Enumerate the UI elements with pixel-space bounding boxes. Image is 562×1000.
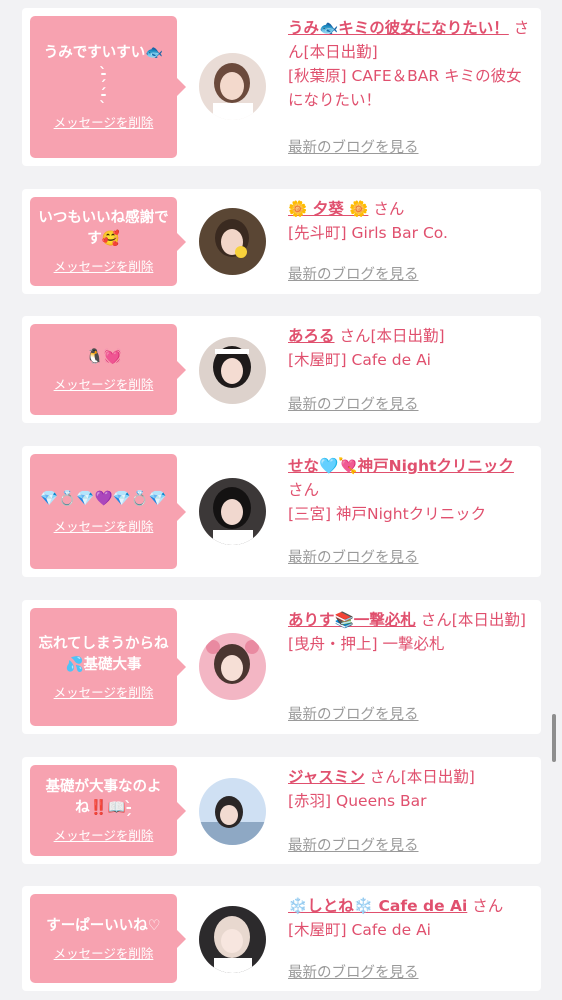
message-bubble: 🐧💓 メッセージを削除 bbox=[30, 324, 186, 415]
status-tag: [本日出勤] bbox=[451, 611, 526, 629]
avatar[interactable] bbox=[199, 53, 266, 120]
delete-message-link[interactable]: メッセージを削除 bbox=[54, 256, 154, 275]
message-bubble: 忘れてしまうからね💦基礎大事 メッセージを削除 bbox=[30, 608, 186, 726]
message-text: 💎💍💎💜💎💍💎 bbox=[40, 490, 167, 507]
latest-blog-link[interactable]: 最新のブログを見る bbox=[288, 393, 419, 414]
message-bubble: すーぱーいいね♡ メッセージを削除 bbox=[30, 894, 186, 983]
profile-info: ❄️しとね❄️ Cafe de Ai さん [木屋町] Cafe de Ai bbox=[288, 894, 533, 942]
delete-message-link[interactable]: メッセージを削除 bbox=[54, 825, 154, 844]
message-text: 忘れてしまうからね💦基礎大事 bbox=[38, 635, 169, 673]
san-label: さん bbox=[373, 200, 405, 218]
san-label: さん bbox=[420, 611, 452, 629]
delete-message-link[interactable]: メッセージを削除 bbox=[54, 112, 154, 131]
shop-name: [先斗町] Girls Bar Co. bbox=[288, 224, 448, 242]
cast-name-link[interactable]: ジャスミン bbox=[288, 768, 365, 786]
latest-blog-link[interactable]: 最新のブログを見る bbox=[288, 136, 419, 157]
cast-name-link[interactable]: あろる bbox=[288, 327, 335, 345]
message-text: 基礎が大事なのよね‼️📖-̗̀ bbox=[45, 779, 162, 816]
message-card: いつもいいね感謝です🥰 メッセージを削除 🌼 夕葵 🌼 さん [先斗町] Gir… bbox=[22, 189, 541, 294]
delete-message-link[interactable]: メッセージを削除 bbox=[54, 516, 154, 535]
status-tag: [本日出勤] bbox=[303, 43, 378, 61]
latest-blog-link[interactable]: 最新のブログを見る bbox=[288, 263, 419, 284]
delete-message-link[interactable]: メッセージを削除 bbox=[54, 374, 154, 393]
latest-blog-link[interactable]: 最新のブログを見る bbox=[288, 546, 419, 567]
message-card: 🐧💓 メッセージを削除 あろる さん[本日出勤] [木屋町] Cafe de A… bbox=[22, 316, 541, 423]
profile-info: あろる さん[本日出勤] [木屋町] Cafe de Ai bbox=[288, 324, 533, 372]
status-tag: [本日出勤] bbox=[400, 768, 475, 786]
shop-name: [木屋町] Cafe de Ai bbox=[288, 921, 431, 939]
latest-blog-link[interactable]: 最新のブログを見る bbox=[288, 961, 419, 982]
message-card: すーぱーいいね♡ メッセージを削除 ❄️しとね❄️ Cafe de Ai さん … bbox=[22, 886, 541, 991]
shop-name: [木屋町] Cafe de Ai bbox=[288, 351, 431, 369]
delete-message-link[interactable]: メッセージを削除 bbox=[54, 682, 154, 701]
san-label: さん bbox=[472, 897, 504, 915]
message-bubble: うみですいすい🐟 -̗̀ -̖́ メッセージを削除 bbox=[30, 16, 186, 158]
avatar[interactable] bbox=[199, 208, 266, 275]
cast-name-link[interactable]: 🌼 夕葵 🌼 bbox=[288, 200, 368, 218]
cast-name-link[interactable]: せな🩵💘神戸Nightクリニック bbox=[288, 457, 514, 475]
message-card: うみですいすい🐟 -̗̀ -̖́ メッセージを削除 うみ🐟キミの彼女になりたい！… bbox=[22, 8, 541, 166]
message-text: 🐧💓 bbox=[85, 348, 122, 365]
shop-name: [赤羽] Queens Bar bbox=[288, 792, 427, 810]
avatar[interactable] bbox=[199, 337, 266, 404]
message-bubble: いつもいいね感謝です🥰 メッセージを削除 bbox=[30, 197, 186, 286]
status-tag: [本日出勤] bbox=[370, 327, 445, 345]
cast-name-link[interactable]: ❄️しとね❄️ Cafe de Ai bbox=[288, 897, 467, 915]
message-text: うみですいすい🐟 -̗̀ -̖́ bbox=[43, 45, 164, 103]
san-label: さん bbox=[288, 481, 320, 499]
avatar[interactable] bbox=[199, 478, 266, 545]
shop-name: [秋葉原] CAFE＆BAR キミの彼女になりたい！ bbox=[288, 67, 522, 109]
message-bubble: 💎💍💎💜💎💍💎 メッセージを削除 bbox=[30, 454, 186, 569]
latest-blog-link[interactable]: 最新のブログを見る bbox=[288, 834, 419, 855]
message-text: いつもいいね感謝です🥰 bbox=[38, 210, 169, 247]
latest-blog-link[interactable]: 最新のブログを見る bbox=[288, 703, 419, 724]
avatar[interactable] bbox=[199, 778, 266, 845]
cast-name-link[interactable]: うみ🐟キミの彼女になりたい！ bbox=[288, 19, 509, 37]
san-label: さん bbox=[339, 327, 371, 345]
message-bubble: 基礎が大事なのよね‼️📖-̗̀ メッセージを削除 bbox=[30, 765, 186, 856]
message-card: 基礎が大事なのよね‼️📖-̗̀ メッセージを削除 ジャスミン さん[本日出勤] … bbox=[22, 757, 541, 864]
message-card: 💎💍💎💜💎💍💎 メッセージを削除 せな🩵💘神戸Nightクリニック さん [三宮… bbox=[22, 446, 541, 577]
delete-message-link[interactable]: メッセージを削除 bbox=[54, 943, 154, 962]
avatar[interactable] bbox=[199, 633, 266, 700]
profile-info: せな🩵💘神戸Nightクリニック さん [三宮] 神戸Nightクリニック bbox=[288, 454, 533, 526]
cast-name-link[interactable]: ありす📚一撃必札 bbox=[288, 611, 416, 629]
profile-info: ジャスミン さん[本日出勤] [赤羽] Queens Bar bbox=[288, 765, 533, 813]
message-text: すーぱーいいね♡ bbox=[46, 917, 161, 934]
shop-name: [曳舟・押上] 一撃必札 bbox=[288, 635, 445, 653]
scrollbar[interactable] bbox=[552, 714, 556, 762]
avatar[interactable] bbox=[199, 906, 266, 973]
profile-info: うみ🐟キミの彼女になりたい！ さん[本日出勤] [秋葉原] CAFE＆BAR キ… bbox=[288, 16, 533, 112]
san-label: さん bbox=[369, 768, 401, 786]
profile-info: ありす📚一撃必札 さん[本日出勤] [曳舟・押上] 一撃必札 bbox=[288, 608, 533, 656]
profile-info: 🌼 夕葵 🌼 さん [先斗町] Girls Bar Co. bbox=[288, 197, 533, 245]
shop-name: [三宮] 神戸Nightクリニック bbox=[288, 505, 487, 523]
message-card: 忘れてしまうからね💦基礎大事 メッセージを削除 ありす📚一撃必札 さん[本日出勤… bbox=[22, 600, 541, 734]
